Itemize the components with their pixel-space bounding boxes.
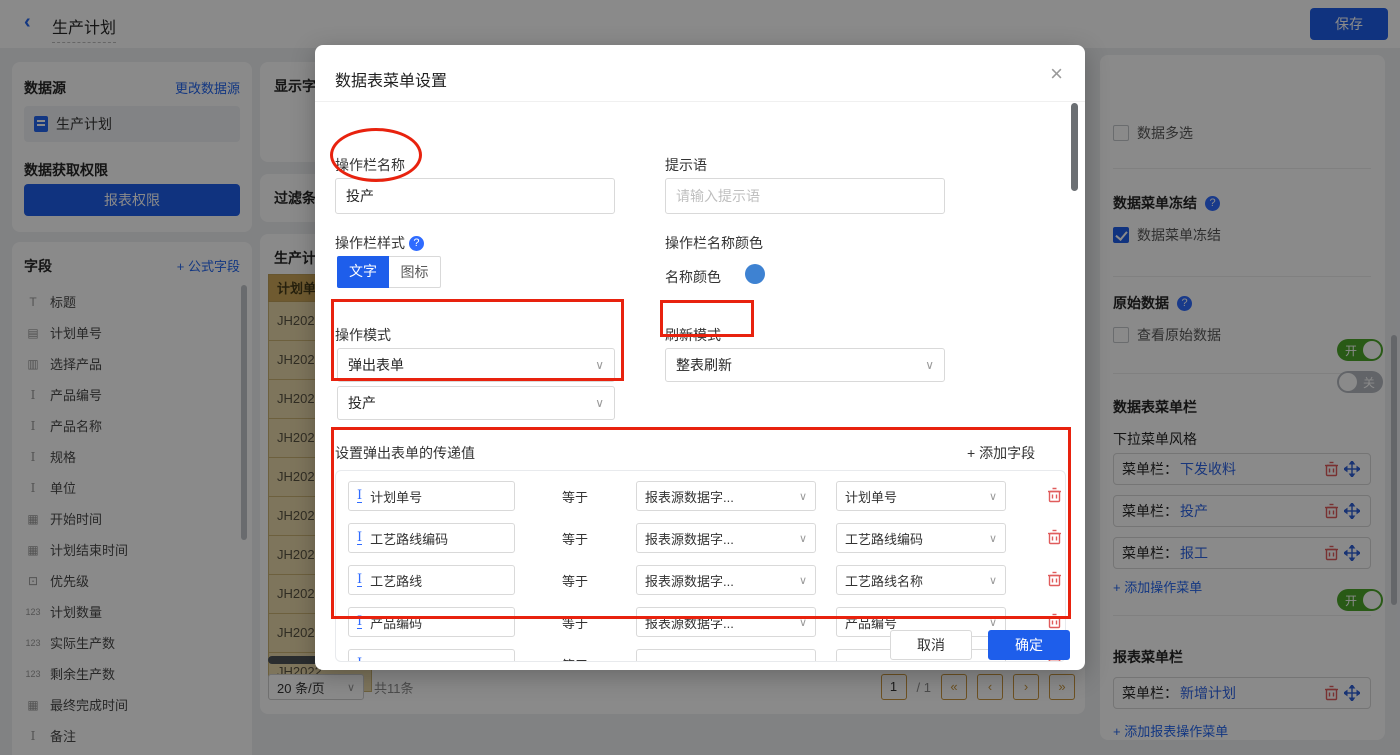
target-select[interactable]: 计划单号∨	[836, 481, 1006, 511]
text-icon: I	[357, 658, 362, 663]
tab-icon-style[interactable]: 图标	[389, 256, 441, 288]
action-mode-label: 操作模式	[335, 325, 391, 345]
tip-input[interactable]: 请输入提示语	[665, 178, 945, 214]
transfer-field-box[interactable]: I 工艺路线编码	[348, 523, 515, 553]
chevron-down-icon: ∨	[799, 616, 807, 629]
target-select[interactable]: 工艺路线名称∨	[836, 565, 1006, 595]
close-icon[interactable]: ×	[1050, 61, 1063, 87]
table-menu-settings-dialog: 数据表菜单设置 × 操作栏名称 投产 提示语 请输入提示语 操作栏样式 ? 文字…	[315, 45, 1085, 670]
source-select[interactable]: ∨	[636, 649, 816, 662]
transfer-values-label: 设置弹出表单的传递值	[335, 443, 475, 463]
operator-label: 等于	[562, 487, 588, 506]
transfer-row-2: I 工艺路线编码 等于 报表源数据字...∨ 工艺路线编码∨	[336, 523, 1065, 553]
trash-icon[interactable]	[1047, 613, 1063, 631]
trash-icon[interactable]	[1047, 571, 1063, 589]
trash-icon[interactable]	[1047, 487, 1063, 505]
target-select[interactable]: 工艺路线编码∨	[836, 523, 1006, 553]
refresh-mode-select[interactable]: 整表刷新 ∨	[665, 348, 945, 382]
transfer-field-box[interactable]: I	[348, 649, 515, 662]
transfer-row-3: I 工艺路线 等于 报表源数据字...∨ 工艺路线名称∨	[336, 565, 1065, 595]
source-select[interactable]: 报表源数据字...∨	[636, 607, 816, 637]
operator-label: 等于	[562, 571, 588, 590]
chevron-down-icon: ∨	[989, 532, 997, 545]
chevron-down-icon: ∨	[799, 658, 807, 663]
ok-button[interactable]: 确定	[988, 630, 1070, 660]
chevron-down-icon: ∨	[799, 532, 807, 545]
tab-text-style[interactable]: 文字	[337, 256, 389, 288]
dialog-title: 数据表菜单设置	[335, 67, 447, 91]
source-select[interactable]: 报表源数据字...∨	[636, 565, 816, 595]
source-select[interactable]: 报表源数据字...∨	[636, 523, 816, 553]
color-swatch[interactable]	[745, 264, 765, 284]
name-color-label: 名称颜色	[665, 267, 721, 287]
chevron-down-icon: ∨	[799, 490, 807, 503]
text-icon: I	[357, 616, 362, 629]
chevron-down-icon: ∨	[989, 616, 997, 629]
action-name-label: 操作栏名称	[335, 155, 405, 175]
operator-label: 等于	[562, 655, 588, 662]
add-field-link[interactable]: + 添加字段	[967, 443, 1035, 463]
chevron-down-icon: ∨	[595, 396, 604, 410]
operator-label: 等于	[562, 613, 588, 632]
operator-label: 等于	[562, 529, 588, 548]
text-icon: I	[357, 490, 362, 503]
transfer-field-label: 工艺路线编码	[370, 529, 448, 548]
chevron-down-icon: ∨	[595, 358, 604, 372]
cancel-button[interactable]: 取消	[890, 630, 972, 660]
refresh-mode-label: 刷新模式	[665, 325, 721, 345]
transfer-row-1: I 计划单号 等于 报表源数据字...∨ 计划单号∨	[336, 481, 1065, 511]
help-icon[interactable]: ?	[409, 236, 424, 251]
transfer-field-box[interactable]: I 产品编码	[348, 607, 515, 637]
transfer-field-label: 产品编码	[370, 613, 422, 632]
chevron-down-icon: ∨	[989, 490, 997, 503]
tip-label: 提示语	[665, 155, 707, 175]
transfer-field-label: 计划单号	[370, 487, 422, 506]
text-icon: I	[357, 532, 362, 545]
action-name-input[interactable]: 投产	[335, 178, 615, 214]
chevron-down-icon: ∨	[989, 574, 997, 587]
text-icon: I	[357, 574, 362, 587]
action-form-select[interactable]: 投产 ∨	[337, 386, 615, 420]
action-mode-select[interactable]: 弹出表单 ∨	[337, 348, 615, 382]
chevron-down-icon: ∨	[925, 358, 934, 372]
transfer-field-box[interactable]: I 工艺路线	[348, 565, 515, 595]
source-select[interactable]: 报表源数据字...∨	[636, 481, 816, 511]
transfer-field-label: 工艺路线	[370, 571, 422, 590]
transfer-field-box[interactable]: I 计划单号	[348, 481, 515, 511]
chevron-down-icon: ∨	[799, 574, 807, 587]
name-color-section-label: 操作栏名称颜色	[665, 233, 763, 253]
modal-scrollbar[interactable]	[1071, 103, 1078, 191]
style-label: 操作栏样式	[335, 235, 405, 251]
trash-icon[interactable]	[1047, 529, 1063, 547]
